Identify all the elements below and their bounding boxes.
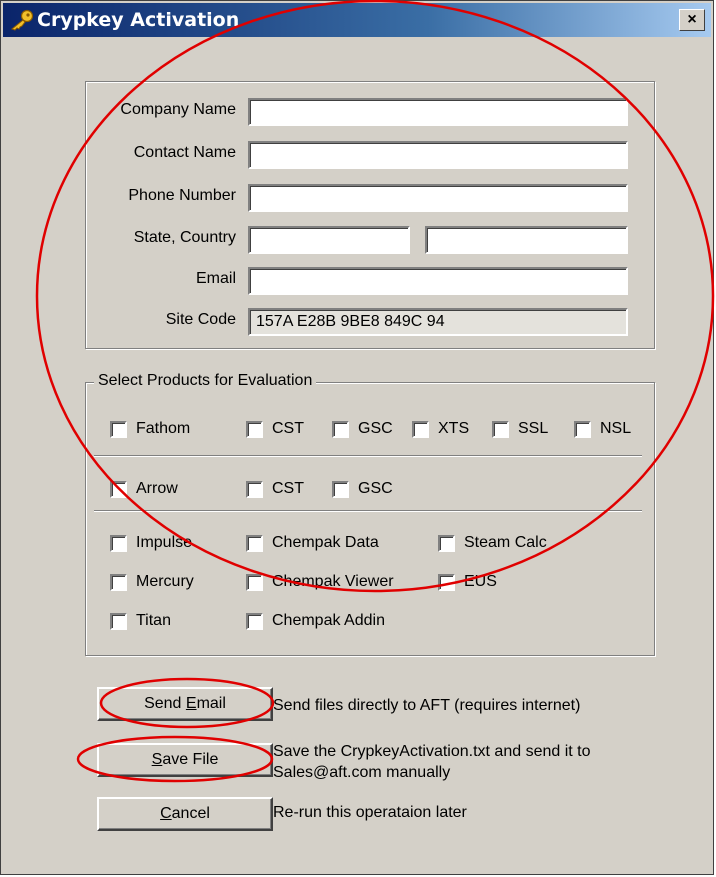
chempak-data-label: Chempak Data: [272, 534, 379, 551]
company-name-field[interactable]: [248, 98, 628, 126]
cancel-description: Re-run this operataion later: [273, 804, 467, 821]
fathom-xts-label: XTS: [438, 420, 470, 437]
products-separator-1: [94, 455, 642, 457]
arrow-cst-checkbox-box[interactable]: [246, 480, 263, 498]
site-code-field: [248, 308, 628, 336]
chempak-viewer-label: Chempak Viewer: [272, 573, 394, 590]
send-email-description: Send files directly to AFT (requires int…: [273, 697, 581, 714]
chempak-viewer-checkbox[interactable]: Chempak Viewer: [246, 573, 394, 591]
email-field[interactable]: [248, 267, 628, 295]
save-file-mnemonic: S: [151, 751, 163, 768]
fathom-gsc-checkbox-box[interactable]: [332, 420, 349, 438]
close-icon: ×: [687, 11, 697, 28]
site-code-label: Site Code: [165, 311, 236, 328]
products-group: Select Products for Evaluation Fathom CS…: [85, 372, 655, 656]
fathom-checkbox-box[interactable]: [110, 420, 127, 438]
arrow-label: Arrow: [136, 480, 178, 497]
fathom-nsl-label: NSL: [600, 420, 632, 437]
email-label: Email: [195, 270, 236, 287]
save-file-description-line1: Save the CrypkeyActivation.txt and send …: [273, 743, 591, 760]
eus-checkbox-box[interactable]: [438, 573, 455, 591]
impulse-label: Impulse: [136, 534, 193, 551]
arrow-gsc-label: GSC: [358, 480, 393, 497]
contact-info-group: Company Name Contact Name Phone Number S…: [85, 81, 655, 349]
arrow-checkbox-box[interactable]: [110, 480, 127, 498]
chempak-data-checkbox[interactable]: Chempak Data: [246, 534, 379, 552]
chempak-addin-checkbox[interactable]: Chempak Addin: [246, 612, 385, 630]
send-email-prefix: Send: [144, 695, 186, 712]
products-group-legend: Select Products for Evaluation: [94, 372, 317, 390]
fathom-gsc-label: GSC: [358, 420, 393, 437]
fathom-checkbox[interactable]: Fathom: [110, 420, 190, 438]
chempak-data-checkbox-box[interactable]: [246, 534, 263, 552]
arrow-cst-checkbox[interactable]: CST: [246, 480, 304, 498]
save-file-suffix: ave File: [162, 751, 219, 768]
chempak-addin-checkbox-box[interactable]: [246, 612, 263, 630]
fathom-ssl-label: SSL: [518, 420, 549, 437]
titan-checkbox[interactable]: Titan: [110, 612, 171, 630]
fathom-xts-checkbox-box[interactable]: [412, 420, 429, 438]
save-file-button[interactable]: Save File: [97, 743, 273, 777]
fathom-gsc-checkbox[interactable]: GSC: [332, 420, 393, 438]
contact-name-field[interactable]: [248, 141, 628, 169]
mercury-checkbox-box[interactable]: [110, 573, 127, 591]
state-field[interactable]: [248, 226, 410, 254]
send-email-button[interactable]: Send Email: [97, 687, 273, 721]
company-name-label: Company Name: [120, 101, 236, 118]
impulse-checkbox[interactable]: Impulse: [110, 534, 192, 552]
crypkey-activation-dialog: Crypkey Activation × Company Name Contac…: [0, 0, 714, 875]
fathom-xts-checkbox[interactable]: XTS: [412, 420, 469, 438]
titan-checkbox-box[interactable]: [110, 612, 127, 630]
key-icon: [10, 9, 34, 31]
steam-calc-checkbox[interactable]: Steam Calc: [438, 534, 547, 552]
titan-label: Titan: [136, 612, 171, 629]
chempak-viewer-checkbox-box[interactable]: [246, 573, 263, 591]
phone-number-label: Phone Number: [128, 187, 236, 204]
send-email-mnemonic: E: [185, 695, 197, 712]
cancel-button[interactable]: Cancel: [97, 797, 273, 831]
arrow-gsc-checkbox[interactable]: GSC: [332, 480, 393, 498]
save-file-description-line2: Sales@aft.com manually: [273, 764, 451, 781]
cancel-suffix: ancel: [171, 805, 210, 822]
window-title: Crypkey Activation: [37, 9, 240, 31]
products-separator-2: [94, 510, 642, 512]
impulse-checkbox-box[interactable]: [110, 534, 127, 552]
chempak-addin-label: Chempak Addin: [272, 612, 385, 629]
eus-label: EUS: [464, 573, 497, 590]
mercury-checkbox[interactable]: Mercury: [110, 573, 194, 591]
fathom-ssl-checkbox[interactable]: SSL: [492, 420, 548, 438]
cancel-mnemonic: C: [160, 805, 172, 822]
country-field[interactable]: [425, 226, 628, 254]
arrow-cst-label: CST: [272, 480, 304, 497]
fathom-ssl-checkbox-box[interactable]: [492, 420, 509, 438]
fathom-label: Fathom: [136, 420, 191, 437]
fathom-nsl-checkbox[interactable]: NSL: [574, 420, 631, 438]
mercury-label: Mercury: [136, 573, 194, 590]
title-bar[interactable]: Crypkey Activation ×: [3, 3, 711, 37]
phone-number-field[interactable]: [248, 184, 628, 212]
steam-calc-checkbox-box[interactable]: [438, 534, 455, 552]
steam-calc-label: Steam Calc: [464, 534, 547, 551]
state-country-label: State, Country: [133, 229, 236, 246]
send-email-suffix: mail: [196, 695, 226, 712]
fathom-cst-checkbox-box[interactable]: [246, 420, 263, 438]
arrow-gsc-checkbox-box[interactable]: [332, 480, 349, 498]
fathom-cst-checkbox[interactable]: CST: [246, 420, 304, 438]
eus-checkbox[interactable]: EUS: [438, 573, 497, 591]
contact-name-label: Contact Name: [133, 144, 236, 161]
arrow-checkbox[interactable]: Arrow: [110, 480, 178, 498]
close-button[interactable]: ×: [679, 9, 705, 31]
fathom-nsl-checkbox-box[interactable]: [574, 420, 591, 438]
fathom-cst-label: CST: [272, 420, 304, 437]
